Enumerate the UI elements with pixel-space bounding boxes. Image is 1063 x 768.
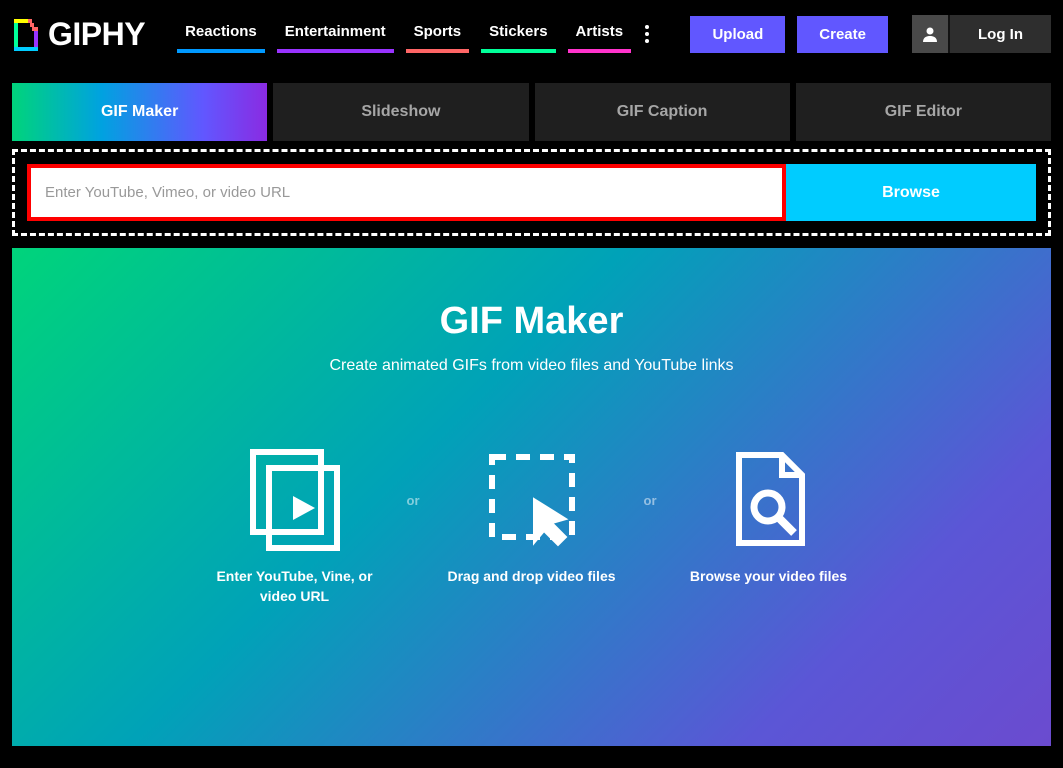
tab-gif-maker[interactable]: GIF Maker	[12, 83, 267, 141]
nav-stickers[interactable]: Stickers	[475, 15, 561, 53]
method-drag-label: Drag and drop video files	[447, 567, 615, 587]
tool-tabs: GIF Maker Slideshow GIF Caption GIF Edit…	[0, 63, 1063, 141]
upload-button[interactable]: Upload	[690, 16, 785, 53]
nav-reactions[interactable]: Reactions	[171, 15, 271, 53]
tab-slideshow[interactable]: Slideshow	[273, 83, 528, 141]
tab-gif-editor[interactable]: GIF Editor	[796, 83, 1051, 141]
method-browse-label: Browse your video files	[690, 567, 847, 587]
drag-drop-icon	[482, 443, 582, 555]
url-drop-zone[interactable]: Browse	[12, 149, 1051, 236]
nav-more-icon[interactable]	[637, 15, 657, 53]
tab-gif-caption[interactable]: GIF Caption	[535, 83, 790, 141]
browse-file-icon	[724, 443, 814, 555]
method-drag: Drag and drop video files	[442, 443, 622, 587]
video-url-input[interactable]	[27, 164, 786, 221]
logo[interactable]: GIPHY	[12, 16, 145, 53]
browse-button[interactable]: Browse	[786, 164, 1036, 221]
method-url-label: Enter YouTube, Vine, or video URL	[205, 567, 385, 606]
login-button[interactable]: Log In	[950, 26, 1051, 43]
method-url: Enter YouTube, Vine, or video URL	[205, 443, 385, 606]
hero-subtitle: Create animated GIFs from video files an…	[12, 357, 1051, 375]
nav-entertainment[interactable]: Entertainment	[271, 15, 400, 53]
hero-title: GIF Maker	[12, 300, 1051, 343]
giphy-logo-icon	[12, 17, 40, 51]
or-separator: or	[407, 493, 420, 508]
logo-text: GIPHY	[48, 16, 145, 53]
url-row: Browse	[27, 164, 1036, 221]
main-nav: Reactions Entertainment Sports Stickers …	[171, 15, 657, 53]
create-button[interactable]: Create	[797, 16, 888, 53]
nav-sports[interactable]: Sports	[400, 15, 476, 53]
methods-row: Enter YouTube, Vine, or video URL or Dra…	[12, 443, 1051, 606]
user-box: Log In	[912, 15, 1051, 53]
nav-artists[interactable]: Artists	[562, 15, 638, 53]
video-url-icon	[245, 443, 345, 555]
avatar-icon[interactable]	[912, 15, 950, 53]
header: GIPHY Reactions Entertainment Sports Sti…	[0, 0, 1063, 63]
or-separator: or	[644, 493, 657, 508]
method-browse: Browse your video files	[679, 443, 859, 587]
hero-panel: GIF Maker Create animated GIFs from vide…	[12, 248, 1051, 746]
